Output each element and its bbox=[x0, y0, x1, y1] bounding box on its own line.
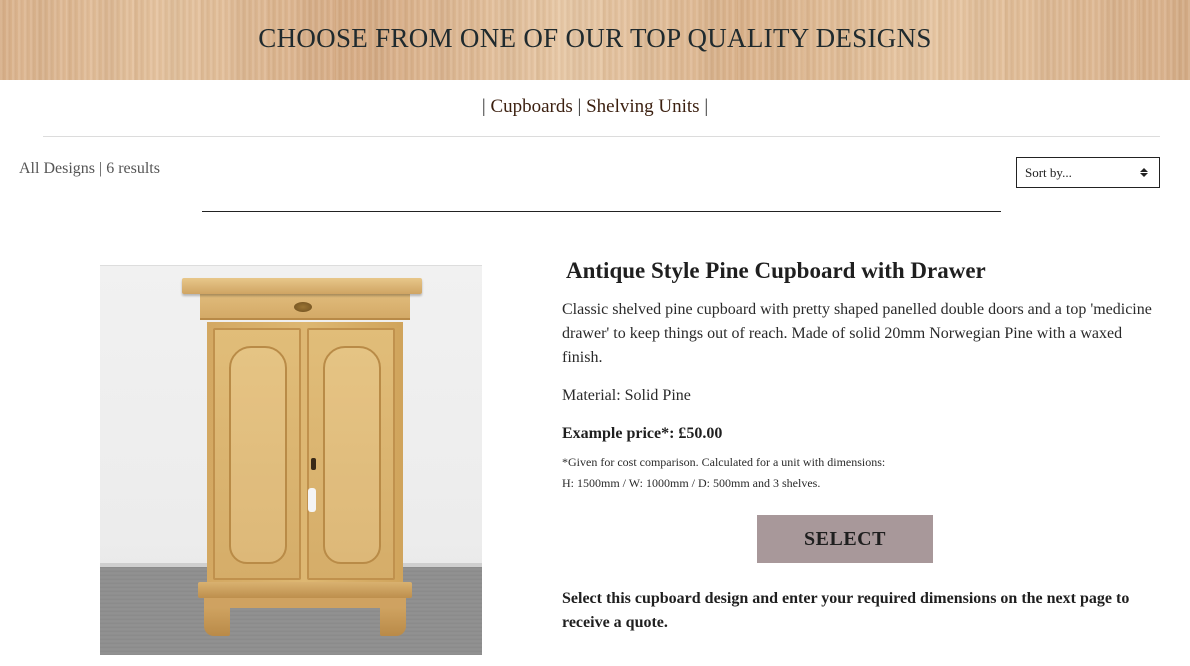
drawer-knob bbox=[294, 302, 312, 312]
results-count: All Designs | 6 results bbox=[19, 160, 160, 177]
product-material: Material: Solid Pine bbox=[562, 387, 691, 404]
nav-divider bbox=[43, 136, 1160, 137]
sort-selected-value: Sort by... bbox=[1025, 164, 1072, 180]
product-title: Antique Style Pine Cupboard with Drawer bbox=[566, 258, 986, 283]
nav-separator: | bbox=[577, 96, 582, 117]
product-price: Example price*: £50.00 bbox=[562, 425, 723, 442]
header-banner: CHOOSE FROM ONE OF OUR TOP QUALITY DESIG… bbox=[0, 0, 1190, 80]
nav-separator: | bbox=[481, 96, 486, 117]
price-note: *Given for cost comparison. Calculated f… bbox=[562, 452, 885, 494]
key-tag bbox=[308, 488, 316, 512]
cupboard-top bbox=[182, 278, 422, 294]
select-instructions: Select this cupboard design and enter yo… bbox=[562, 590, 1130, 631]
product-image[interactable] bbox=[100, 265, 482, 655]
category-nav: | Cupboards | Shelving Units | bbox=[0, 96, 1190, 118]
page-heading: CHOOSE FROM ONE OF OUR TOP QUALITY DESIG… bbox=[258, 22, 932, 53]
door-panel bbox=[229, 346, 287, 564]
cupboard-foot bbox=[380, 606, 406, 636]
price-note-line: H: 1500mm / W: 1000mm / D: 500mm and 3 s… bbox=[562, 476, 821, 490]
cupboard-base bbox=[198, 582, 412, 598]
up-down-caret-icon bbox=[1140, 168, 1148, 177]
category-link-shelving-units[interactable]: Shelving Units bbox=[586, 96, 699, 117]
keyhole bbox=[311, 458, 316, 470]
cupboard-door-right bbox=[307, 328, 395, 580]
sort-dropdown[interactable]: Sort by... bbox=[1016, 157, 1160, 188]
section-divider bbox=[202, 211, 1001, 212]
product-description: Classic shelved pine cupboard with prett… bbox=[562, 301, 1152, 366]
price-note-line: *Given for cost comparison. Calculated f… bbox=[562, 455, 886, 469]
select-button[interactable]: SELECT bbox=[757, 515, 933, 563]
cupboard-door-left bbox=[213, 328, 301, 580]
cupboard-foot bbox=[204, 606, 230, 636]
door-panel bbox=[323, 346, 381, 564]
cupboard-plinth bbox=[204, 598, 406, 608]
category-link-cupboards[interactable]: Cupboards bbox=[490, 96, 572, 117]
nav-separator: | bbox=[704, 96, 709, 117]
